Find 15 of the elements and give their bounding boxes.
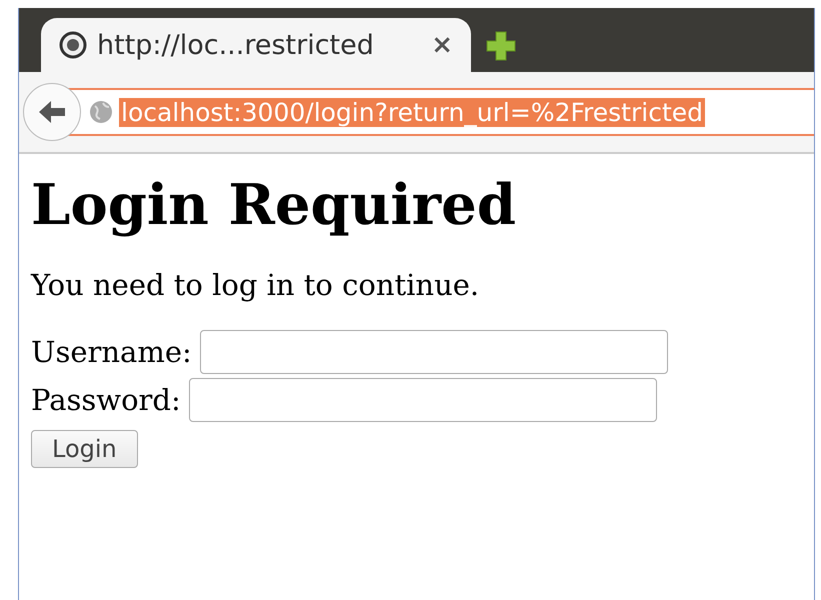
back-arrow-icon [37,99,67,125]
tab-title: http://loc...restricted [97,30,375,60]
globe-icon [89,100,113,124]
login-button[interactable]: Login [31,430,138,468]
close-tab-button[interactable]: × [431,30,453,60]
url-text: localhost:3000/login?return_url=%2Frestricted [119,98,705,126]
field-label: Password: [31,383,181,417]
browser-tab[interactable]: http://loc...restricted × [41,18,471,72]
field-label: Username: [31,335,192,369]
message-text: You need to log in to continue. [31,268,480,302]
site-icon [59,31,87,59]
page-heading: Login Required [31,172,517,238]
input-field[interactable] [188,378,657,422]
new-tab-icon[interactable] [485,30,517,62]
input-field[interactable] [200,330,668,374]
